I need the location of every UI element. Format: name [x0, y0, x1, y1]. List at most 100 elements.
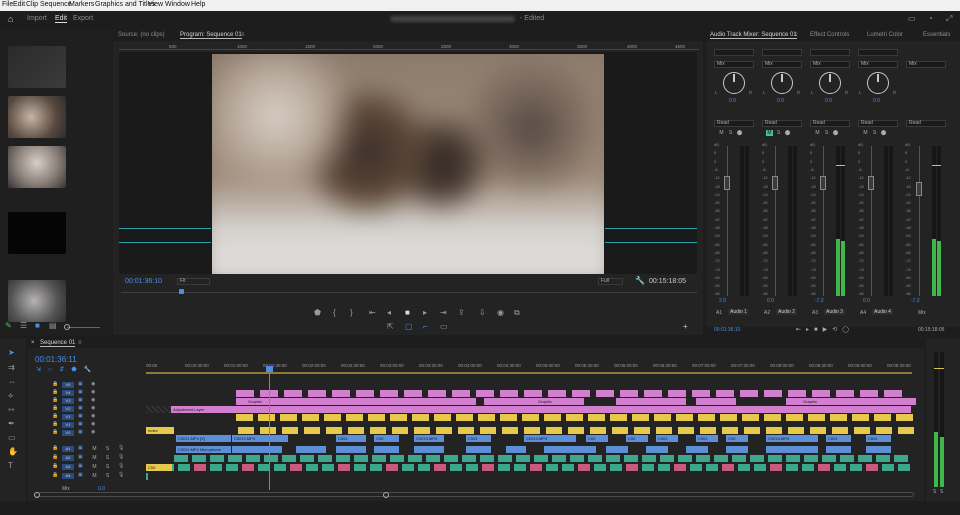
title-clip[interactable]: [280, 414, 297, 421]
audio-clip[interactable]: [146, 473, 148, 480]
audio-clip[interactable]: [462, 455, 476, 462]
go-to-in-icon[interactable]: ⇤: [369, 309, 376, 317]
solo-button[interactable]: S: [104, 446, 111, 452]
graphic-clip[interactable]: [644, 390, 662, 397]
audio-clip[interactable]: [192, 455, 206, 462]
compare-icon[interactable]: ⧉: [514, 309, 520, 317]
solo-button[interactable]: S: [775, 130, 782, 136]
title-clip[interactable]: [458, 427, 474, 434]
title-clip[interactable]: [656, 427, 672, 434]
title-clip[interactable]: [368, 414, 385, 421]
graphic-clip[interactable]: [404, 390, 422, 397]
volume-fader[interactable]: [820, 176, 826, 190]
audio-clip[interactable]: [372, 455, 386, 462]
lift-icon[interactable]: ⇪: [458, 309, 465, 317]
mute-button[interactable]: M: [91, 455, 98, 461]
audio-clip[interactable]: [516, 455, 530, 462]
title-clip[interactable]: [238, 427, 254, 434]
title-clip[interactable]: [632, 414, 649, 421]
audio-clip[interactable]: [338, 464, 350, 471]
add-marker-icon[interactable]: ⬟: [314, 309, 321, 317]
graphic-clip[interactable]: [620, 390, 638, 397]
monitor-playhead[interactable]: [179, 289, 184, 294]
timeline-scrollbar[interactable]: [34, 492, 914, 497]
eye-icon[interactable]: ◉: [91, 422, 95, 427]
audio-clip[interactable]: [610, 464, 622, 471]
volume-value[interactable]: 0.0: [863, 298, 870, 304]
audio-clip[interactable]: [370, 464, 382, 471]
record-button[interactable]: ⬤: [736, 130, 743, 136]
audio-clip[interactable]: [674, 464, 686, 471]
audio-clip[interactable]: [732, 455, 746, 462]
track-select-icon[interactable]: ⇉: [8, 364, 15, 372]
title-clip[interactable]: [676, 414, 693, 421]
channel-name[interactable]: Audio 4: [872, 309, 893, 315]
slip-icon[interactable]: ⇿: [8, 406, 15, 414]
audio-clip[interactable]: C00: [146, 464, 172, 471]
video-clip[interactable]: C001: [696, 435, 718, 442]
audio-clip[interactable]: [402, 464, 414, 471]
title-clip[interactable]: [568, 427, 584, 434]
title-clip[interactable]: [766, 427, 782, 434]
close-icon[interactable]: ×: [31, 340, 35, 346]
audio-clip[interactable]: [624, 455, 638, 462]
lock-icon[interactable]: 🔒: [52, 446, 58, 451]
title-clip[interactable]: [678, 427, 694, 434]
title-clip[interactable]: [524, 427, 540, 434]
audio-clip[interactable]: [750, 455, 764, 462]
audio-clip[interactable]: [738, 464, 750, 471]
audio-clip[interactable]: [894, 455, 908, 462]
eye-icon[interactable]: ◉: [91, 398, 95, 403]
effect-select[interactable]: Mix: [762, 61, 802, 68]
timeline-timecode[interactable]: 00:01:36:11: [35, 355, 77, 364]
sync-lock-icon[interactable]: ▣: [78, 464, 83, 469]
volume-value[interactable]: 2.0: [719, 298, 726, 304]
video-clip[interactable]: C001: [336, 435, 366, 442]
lock-icon[interactable]: 🔒: [52, 398, 58, 403]
title-clip[interactable]: [392, 427, 408, 434]
title-clip[interactable]: [236, 414, 253, 421]
pan-knob[interactable]: [819, 72, 841, 94]
audio-clip[interactable]: [264, 455, 278, 462]
media-thumbnail[interactable]: [8, 212, 66, 254]
video-clip[interactable]: C001: [656, 435, 678, 442]
title-clip[interactable]: [720, 414, 737, 421]
step-back-icon[interactable]: ◂: [387, 309, 391, 317]
audio-clip[interactable]: [786, 464, 798, 471]
razor-icon[interactable]: ⟡: [8, 392, 13, 400]
lock-icon[interactable]: 🔒: [52, 464, 58, 469]
audio-clip[interactable]: [562, 464, 574, 471]
title-clip[interactable]: [414, 427, 430, 434]
pan-value[interactable]: 0.0: [777, 98, 784, 104]
title-clip[interactable]: [302, 414, 319, 421]
video-clip[interactable]: C001: [866, 435, 891, 442]
monitor-scrub-bar[interactable]: [121, 292, 697, 293]
lock-icon[interactable]: 🔒: [52, 422, 58, 427]
graphic-clip[interactable]: [596, 390, 614, 397]
title-clip[interactable]: [326, 427, 342, 434]
lock-icon[interactable]: 🔒: [52, 473, 58, 478]
quality-select[interactable]: Full: [598, 278, 623, 285]
solo-button[interactable]: S: [871, 130, 878, 136]
video-clip[interactable]: C00: [374, 435, 399, 442]
title-clip[interactable]: [830, 414, 847, 421]
title-clip[interactable]: [852, 414, 869, 421]
automation-select[interactable]: Read: [762, 120, 802, 127]
graphic-clip[interactable]: [236, 390, 254, 397]
sync-lock-icon[interactable]: ▣: [78, 414, 83, 419]
video-clip[interactable]: C00: [726, 435, 748, 442]
step-forward-icon[interactable]: ▸: [423, 309, 427, 317]
audio-clip[interactable]: [804, 455, 818, 462]
graphic-clip[interactable]: [884, 390, 902, 397]
title-clip[interactable]: [370, 427, 386, 434]
lock-icon[interactable]: 🔒: [52, 455, 58, 460]
graphic-clip[interactable]: Graphic: [536, 398, 576, 405]
volume-fader-track[interactable]: [823, 146, 824, 296]
video-clip[interactable]: C0012.MP4: [232, 435, 288, 442]
title-clip[interactable]: [788, 427, 804, 434]
audio-clip[interactable]: [660, 455, 674, 462]
track-label[interactable]: V3: [62, 398, 74, 404]
audio-clip[interactable]: [480, 455, 494, 462]
eye-icon[interactable]: ◉: [91, 406, 95, 411]
audio-clip[interactable]: [354, 455, 368, 462]
